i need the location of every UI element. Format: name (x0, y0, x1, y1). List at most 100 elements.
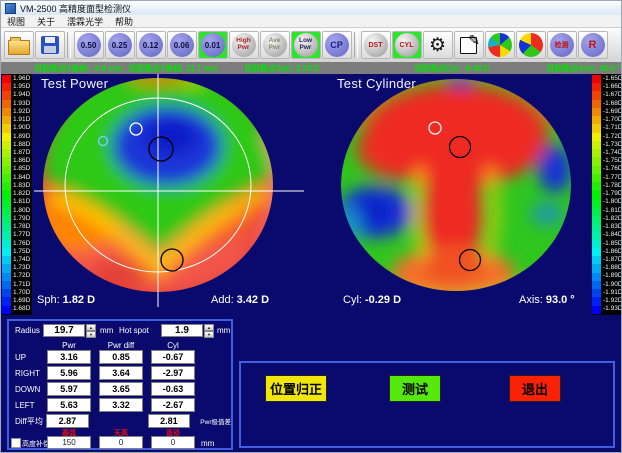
window-title: VM-2500 高精度面型检测仪 (20, 2, 131, 15)
status-focus-axis: 当前焦点Axis: 45.0 ° (546, 63, 621, 74)
power-map-icon (488, 33, 512, 57)
step-button-001-selected[interactable]: 0.01 (198, 31, 228, 59)
scale-color-chip (2, 231, 11, 239)
scale-color-chip (592, 157, 601, 165)
toolbar-separator (67, 32, 71, 58)
r-button[interactable]: R (578, 31, 608, 59)
ave-pwr-button[interactable]: AvePwr (260, 31, 290, 59)
scale-entry: 1.92D (2, 108, 32, 116)
comp-input-3[interactable] (151, 436, 195, 449)
scale-entry: -1.74D (592, 149, 622, 157)
scale-entry: 1.90D (2, 124, 32, 132)
heatmaps-canvas[interactable] (1, 74, 622, 315)
scale-entry: -1.88D (592, 264, 622, 272)
comp-input-2[interactable] (99, 436, 143, 449)
scale-color-chip (592, 281, 601, 289)
scale-entry: 1.93D (2, 100, 32, 108)
spinner-up-icon: ▲ (204, 324, 214, 331)
scale-entry: -1.73D (592, 141, 622, 149)
power-map-button[interactable] (485, 31, 515, 59)
status-focus-sph: 当前焦点Sph: 2.26 D (244, 63, 320, 74)
menu-item[interactable]: 帮助 (115, 15, 133, 28)
scale-color-chip (2, 215, 11, 223)
open-button[interactable] (4, 31, 34, 59)
step-button-006[interactable]: 0.06 (167, 31, 197, 59)
power-heatmap[interactable] (34, 74, 304, 307)
scale-color-chip (2, 174, 11, 182)
scale-entry: 1.77D (2, 231, 32, 239)
scale-color-chip (2, 256, 11, 264)
hotspot-input[interactable] (161, 324, 203, 337)
scale-entry: -1.85D (592, 240, 622, 248)
scale-entry: -1.80D (592, 199, 622, 207)
position-reset-button[interactable]: 位置归正 (265, 375, 327, 402)
cp-button[interactable]: CP (322, 31, 352, 59)
spinner-down-icon: ▼ (204, 331, 214, 338)
title-bar: VM-2500 高精度面型检测仪 (1, 1, 621, 15)
scale-color-chip (2, 240, 11, 248)
step-button-025[interactable]: 0.25 (105, 31, 135, 59)
step-button-050[interactable]: 0.50 (74, 31, 104, 59)
scale-color-chip (2, 116, 11, 124)
exit-button[interactable]: 退出 (509, 375, 561, 402)
menu-item[interactable]: 视图 (7, 15, 25, 28)
scale-color-chip (2, 289, 11, 297)
scale-color-chip (592, 141, 601, 149)
radius-input[interactable] (43, 324, 85, 337)
scale-color-chip (592, 273, 601, 281)
step-button-012[interactable]: 0.12 (136, 31, 166, 59)
height-comp-label: 高度补偿 (22, 439, 50, 449)
scale-color-chip (2, 75, 11, 83)
cyl-button-selected[interactable]: CYL (392, 31, 422, 59)
test-button[interactable]: 测试 (389, 375, 441, 402)
scale-entry: 1.78D (2, 223, 32, 231)
hotspot-spinner[interactable]: ▲▼ (204, 324, 214, 337)
cyl-value: -0.67 (151, 350, 195, 364)
toolbar-separator (354, 32, 358, 58)
height-comp-checkbox[interactable] (11, 438, 21, 448)
scale-color-chip (592, 223, 601, 231)
scale-color-chip (592, 297, 601, 305)
scale-entry: -1.70D (592, 116, 622, 124)
scale-entry: 1.74D (2, 256, 32, 264)
app-icon (5, 3, 16, 14)
scale-entry: -1.69D (592, 108, 622, 116)
radius-spinner[interactable]: ▲▼ (86, 324, 96, 337)
scale-entry: -1.89D (592, 273, 622, 281)
cylinder-heatmap[interactable] (335, 74, 572, 300)
cylinder-map-title: Test Cylinder (337, 76, 416, 91)
pwr-diff-value: 0.85 (99, 350, 143, 364)
save-button[interactable] (35, 31, 65, 59)
scale-color-chip (2, 149, 11, 157)
detect-button[interactable]: 检测 (547, 31, 577, 59)
gear-icon: ⚙ (429, 36, 446, 55)
menu-item[interactable]: 关于 (37, 15, 55, 28)
measurement-panel: Radius ▲▼ mm Hot spot ▲▼ mm Pwr Pwr diff… (7, 319, 233, 450)
scale-entry: 1.72D (2, 273, 32, 281)
action-panel: 位置归正 测试 退出 (239, 361, 615, 448)
dst-button[interactable]: DST (361, 31, 391, 59)
scale-entry: -1.81D (592, 207, 622, 215)
row-label: LEFT (9, 401, 47, 410)
toolbar: 0.50 0.25 0.12 0.06 0.01 HighPwr AvePwr … (1, 28, 621, 62)
scale-entry: -1.78D (592, 182, 622, 190)
scale-color-chip (592, 91, 601, 99)
scale-entry: -1.71D (592, 124, 622, 132)
scale-entry: 1.85D (2, 166, 32, 174)
high-pwr-button[interactable]: HighPwr (229, 31, 259, 59)
cylinder-map-button[interactable] (516, 31, 546, 59)
edit-button[interactable] (454, 31, 484, 59)
scale-color-chip (2, 124, 11, 132)
menu-item[interactable]: 濡霖光学 (67, 15, 103, 28)
settings-button[interactable]: ⚙ (423, 31, 453, 59)
power-color-scale: 1.96D 1.95D 1.94D 1.93D (2, 74, 32, 315)
pwr-diff-value: 3.32 (99, 398, 143, 412)
pwr-value: 5.97 (47, 382, 91, 396)
scale-color-chip (592, 174, 601, 182)
scale-entry: -1.93D (592, 306, 622, 314)
radius-unit: mm (100, 326, 113, 335)
status-focus-y: 当前焦点Y坐标: 11.7 mm (128, 63, 218, 74)
comp-input-1[interactable] (47, 436, 91, 449)
low-pwr-button-selected[interactable]: LowPwr (291, 31, 321, 59)
scale-color-chip (592, 240, 601, 248)
